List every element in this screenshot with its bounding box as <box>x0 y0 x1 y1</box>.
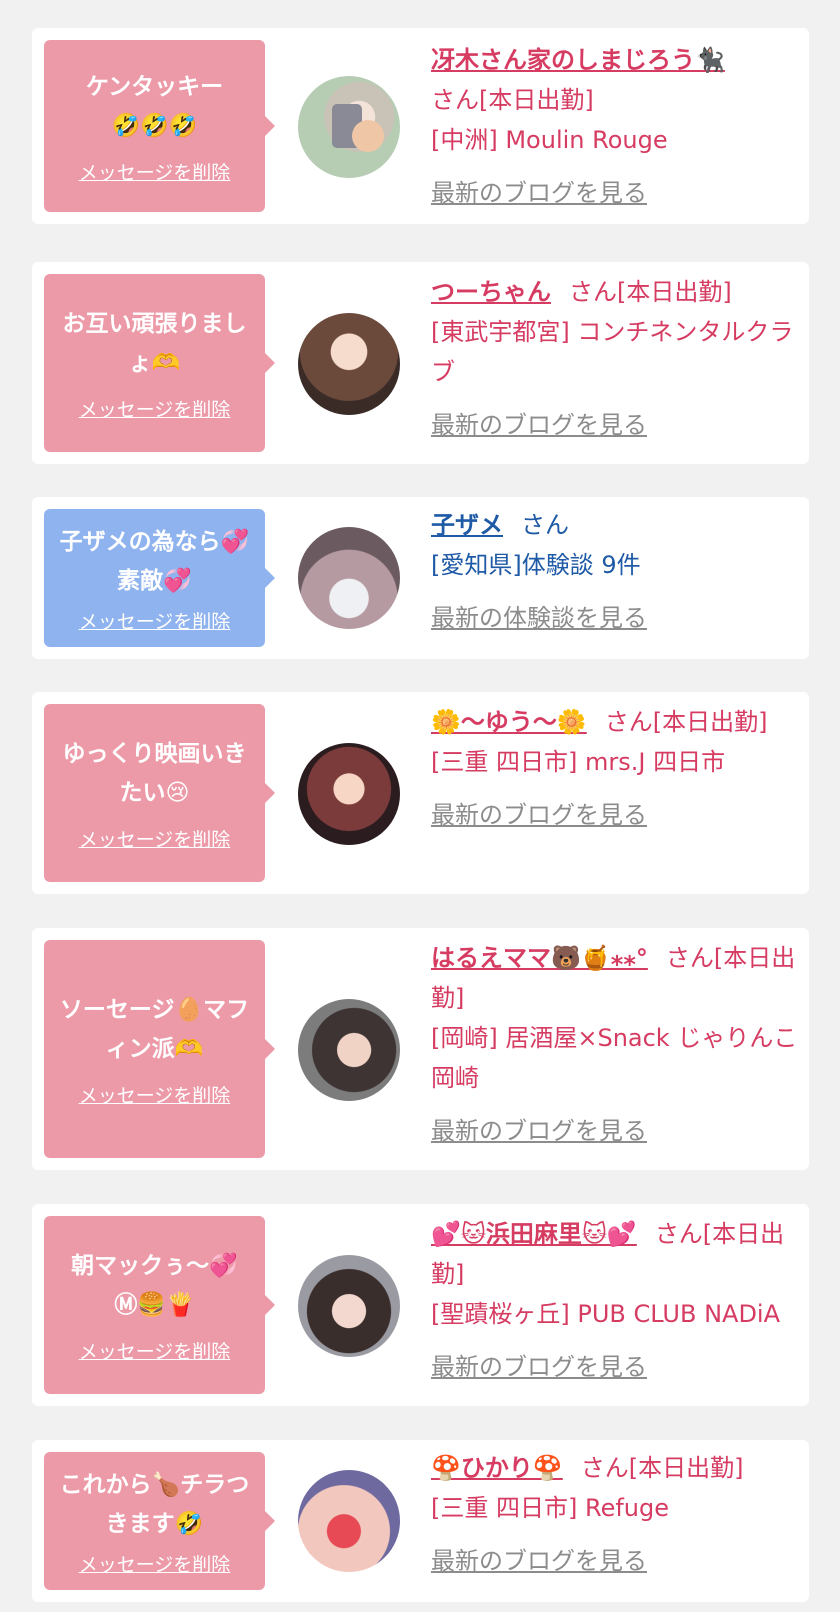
delete-message-button[interactable]: メッセージを削除 <box>79 1550 231 1577</box>
user-name-link[interactable]: 💕🐱浜田麻里🐱💕 <box>431 1220 637 1248</box>
latest-blog-link[interactable]: 最新のブログを見る <box>431 173 801 213</box>
message-text: お互い頑張りましょ🫶 <box>62 310 247 376</box>
delete-message-button[interactable]: メッセージを削除 <box>79 395 231 422</box>
message-bubble: ソーセージ🥚マフィン派🫶 メッセージを削除 <box>44 940 275 1158</box>
message-card: これから🍗チラつきます🤣 メッセージを削除 🍄ひかり🍄 さん[本日出勤] [三重 … <box>32 1440 809 1602</box>
avatar[interactable] <box>298 743 400 845</box>
user-info: 🍄ひかり🍄 さん[本日出勤] [三重 四日市] Refuge 最新のブログを見る <box>431 1448 801 1581</box>
message-bubble: お互い頑張りましょ🫶 メッセージを削除 <box>44 274 275 452</box>
avatar[interactable] <box>298 999 400 1101</box>
avatar[interactable] <box>298 1470 400 1572</box>
latest-blog-link[interactable]: 最新のブログを見る <box>431 1541 801 1581</box>
message-bubble: 子ザメの為なら💞素敵💞 メッセージを削除 <box>44 509 275 647</box>
shop-name: [三重 四日市] Refuge <box>431 1494 670 1522</box>
delete-message-button[interactable]: メッセージを削除 <box>79 1337 231 1364</box>
user-status: さん[本日出勤] <box>431 86 594 114</box>
message-text: ケンタッキー🤣🤣🤣 <box>85 73 224 139</box>
user-info: 💕🐱浜田麻里🐱💕 さん[本日出勤] [聖蹟桜ヶ丘] PUB CLUB NADiA … <box>431 1214 801 1387</box>
shop-name: [東武宇都宮] コンチネンタルクラブ <box>431 318 794 386</box>
message-bubble: 朝マックぅ〜💞Ⓜ🍔🍟 メッセージを削除 <box>44 1216 275 1394</box>
message-text: 朝マックぅ〜💞Ⓜ🍔🍟 <box>71 1252 238 1318</box>
user-info: 🌼〜ゆう〜🌼 さん[本日出勤] [三重 四日市] mrs.J 四日市 最新のブログ… <box>431 702 801 835</box>
message-card: 朝マックぅ〜💞Ⓜ🍔🍟 メッセージを削除 💕🐱浜田麻里🐱💕 さん[本日出勤] [聖蹟… <box>32 1204 809 1406</box>
message-card: ソーセージ🥚マフィン派🫶 メッセージを削除 はるえママ🐻🍯⁎⁎° さん[本日出勤]… <box>32 928 809 1170</box>
user-name-link[interactable]: 🌼〜ゆう〜🌼 <box>431 708 587 736</box>
user-name-link[interactable]: 子ザメ <box>431 511 503 539</box>
delete-message-button[interactable]: メッセージを削除 <box>79 825 231 852</box>
user-name-link[interactable]: つーちゃん <box>431 278 551 306</box>
shop-name: [岡崎] 居酒屋×Snack じゃりんこ岡崎 <box>431 1024 798 1092</box>
message-bubble: これから🍗チラつきます🤣 メッセージを削除 <box>44 1452 275 1590</box>
user-status: さん[本日出勤] <box>580 1454 744 1482</box>
message-card: ケンタッキー🤣🤣🤣 メッセージを削除 冴木さん家のしまじろう🐈‍⬛ さん[本日出… <box>32 28 809 224</box>
avatar[interactable] <box>298 76 400 178</box>
delete-message-button[interactable]: メッセージを削除 <box>79 607 231 634</box>
message-text: ソーセージ🥚マフィン派🫶 <box>59 996 250 1062</box>
user-status: さん[本日出勤] <box>604 708 768 736</box>
shop-name: [聖蹟桜ヶ丘] PUB CLUB NADiA <box>431 1300 781 1328</box>
avatar[interactable] <box>298 527 400 629</box>
message-card: お互い頑張りましょ🫶 メッセージを削除 つーちゃん さん[本日出勤] [東武宇都宮… <box>32 262 809 464</box>
avatar[interactable] <box>298 313 400 415</box>
message-text: 子ザメの為なら💞素敵💞 <box>59 528 250 594</box>
user-name-link[interactable]: 🍄ひかり🍄 <box>431 1454 563 1482</box>
user-name-link[interactable]: 冴木さん家のしまじろう🐈‍⬛ <box>431 46 725 74</box>
user-info: はるえママ🐻🍯⁎⁎° さん[本日出勤] [岡崎] 居酒屋×Snack じゃりんこ岡… <box>431 938 801 1151</box>
user-status: さん[本日出勤] <box>569 278 732 306</box>
message-bubble: ゆっくり映画いきたい😢 メッセージを削除 <box>44 704 275 882</box>
message-text: これから🍗チラつきます🤣 <box>59 1471 250 1537</box>
delete-message-button[interactable]: メッセージを削除 <box>79 158 231 185</box>
review-count: [愛知県]体験談 9件 <box>431 551 641 579</box>
user-info: つーちゃん さん[本日出勤] [東武宇都宮] コンチネンタルクラブ 最新のブログを… <box>431 272 801 445</box>
message-card: ゆっくり映画いきたい😢 メッセージを削除 🌼〜ゆう〜🌼 さん[本日出勤] [三重 … <box>32 692 809 894</box>
avatar[interactable] <box>298 1255 400 1357</box>
message-list: ケンタッキー🤣🤣🤣 メッセージを削除 冴木さん家のしまじろう🐈‍⬛ さん[本日出… <box>0 0 840 1612</box>
latest-blog-link[interactable]: 最新のブログを見る <box>431 1347 801 1387</box>
latest-review-link[interactable]: 最新の体験談を見る <box>431 598 801 638</box>
message-card: 子ザメの為なら💞素敵💞 メッセージを削除 子ザメ さん [愛知県]体験談 9件 最… <box>32 497 809 659</box>
user-info: 冴木さん家のしまじろう🐈‍⬛ さん[本日出勤] [中洲] Moulin Roug… <box>431 40 801 213</box>
latest-blog-link[interactable]: 最新のブログを見る <box>431 405 801 445</box>
delete-message-button[interactable]: メッセージを削除 <box>79 1081 231 1108</box>
message-text: ゆっくり映画いきたい😢 <box>62 740 247 806</box>
shop-name: [三重 四日市] mrs.J 四日市 <box>431 748 726 776</box>
user-info: 子ザメ さん [愛知県]体験談 9件 最新の体験談を見る <box>431 505 801 638</box>
latest-blog-link[interactable]: 最新のブログを見る <box>431 795 801 835</box>
shop-name: [中洲] Moulin Rouge <box>431 126 668 154</box>
avatar-photo <box>332 104 384 152</box>
message-bubble: ケンタッキー🤣🤣🤣 メッセージを削除 <box>44 40 275 212</box>
latest-blog-link[interactable]: 最新のブログを見る <box>431 1111 801 1151</box>
user-status: さん <box>521 511 569 539</box>
user-name-link[interactable]: はるえママ🐻🍯⁎⁎° <box>431 944 648 972</box>
